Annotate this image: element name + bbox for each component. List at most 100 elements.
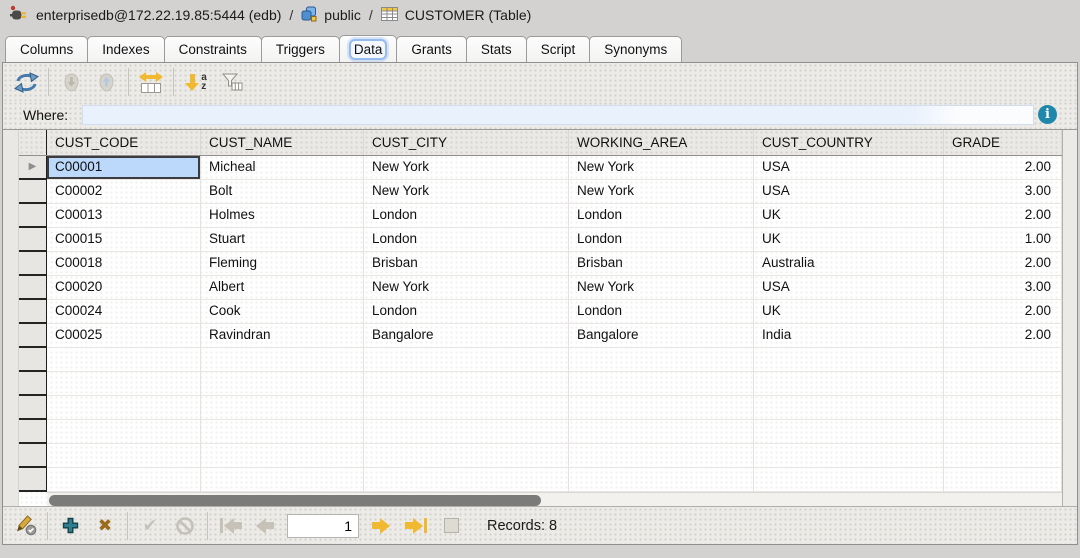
column-header-CUST_CITY[interactable]: CUST_CITY xyxy=(364,130,569,155)
cell-GRADE[interactable]: 2.00 xyxy=(944,324,1062,348)
cell-CUST_COUNTRY[interactable]: India xyxy=(754,324,944,348)
cell-WORKING_AREA[interactable]: London xyxy=(569,300,754,324)
row-header[interactable] xyxy=(19,372,47,396)
cell-WORKING_AREA[interactable]: New York xyxy=(569,156,754,180)
refresh-icon[interactable] xyxy=(13,68,39,96)
info-icon[interactable]: i xyxy=(1038,105,1057,124)
cell-CUST_CITY[interactable]: New York xyxy=(364,276,569,300)
tab-stats[interactable]: Stats xyxy=(466,36,527,62)
row-header[interactable] xyxy=(19,420,47,444)
cell-GRADE[interactable]: 1.00 xyxy=(944,228,1062,252)
tab-grants[interactable]: Grants xyxy=(396,36,467,62)
empty-cell[interactable] xyxy=(364,396,569,420)
empty-cell[interactable] xyxy=(754,348,944,372)
cell-CUST_NAME[interactable]: Cook xyxy=(201,300,364,324)
grid-corner-cell[interactable] xyxy=(19,130,47,155)
rollback-icon[interactable] xyxy=(172,512,198,540)
cell-CUST_CITY[interactable]: Brisban xyxy=(364,252,569,276)
empty-cell[interactable] xyxy=(569,396,754,420)
empty-cell[interactable] xyxy=(201,372,364,396)
cell-GRADE[interactable]: 2.00 xyxy=(944,300,1062,324)
selected-cell[interactable]: C00001 xyxy=(47,156,201,180)
cell-CUST_CITY[interactable]: New York xyxy=(364,180,569,204)
empty-cell[interactable] xyxy=(944,348,1062,372)
cell-CUST_CITY[interactable]: London xyxy=(364,228,569,252)
empty-cell[interactable] xyxy=(754,372,944,396)
cell-GRADE[interactable]: 2.00 xyxy=(944,156,1062,180)
empty-cell[interactable] xyxy=(569,348,754,372)
empty-cell[interactable] xyxy=(364,420,569,444)
cell-CUST_CODE[interactable]: C00013 xyxy=(47,204,201,228)
cell-CUST_CITY[interactable]: London xyxy=(364,204,569,228)
next-record-icon[interactable] xyxy=(368,512,394,540)
tab-data[interactable]: Data xyxy=(339,35,398,62)
row-header[interactable] xyxy=(19,324,47,348)
column-header-GRADE[interactable]: GRADE xyxy=(944,130,1062,155)
cell-WORKING_AREA[interactable]: New York xyxy=(569,276,754,300)
empty-cell[interactable] xyxy=(47,420,201,444)
row-header[interactable] xyxy=(19,204,47,228)
cell-CUST_COUNTRY[interactable]: Australia xyxy=(754,252,944,276)
row-header[interactable] xyxy=(19,252,47,276)
cell-CUST_NAME[interactable]: Ravindran xyxy=(201,324,364,348)
empty-cell[interactable] xyxy=(47,396,201,420)
cell-CUST_NAME[interactable]: Bolt xyxy=(201,180,364,204)
cell-CUST_COUNTRY[interactable]: USA xyxy=(754,156,944,180)
empty-cell[interactable] xyxy=(754,396,944,420)
tab-triggers[interactable]: Triggers xyxy=(261,36,340,62)
where-input[interactable] xyxy=(82,105,1034,125)
cell-GRADE[interactable]: 3.00 xyxy=(944,180,1062,204)
cell-CUST_NAME[interactable]: Albert xyxy=(201,276,364,300)
tab-constraints[interactable]: Constraints xyxy=(164,36,262,62)
row-header[interactable] xyxy=(19,300,47,324)
cell-CUST_NAME[interactable]: Micheal xyxy=(201,156,364,180)
row-header[interactable] xyxy=(19,468,47,492)
row-header[interactable] xyxy=(19,444,47,468)
empty-cell[interactable] xyxy=(201,348,364,372)
commit-icon[interactable]: ✔ xyxy=(137,512,163,540)
column-header-CUST_CODE[interactable]: CUST_CODE xyxy=(47,130,201,155)
cell-CUST_CODE[interactable]: C00020 xyxy=(47,276,201,300)
edit-mode-icon[interactable] xyxy=(12,512,38,540)
empty-cell[interactable] xyxy=(47,444,201,468)
cell-GRADE[interactable]: 3.00 xyxy=(944,276,1062,300)
tab-indexes[interactable]: Indexes xyxy=(87,36,164,62)
empty-cell[interactable] xyxy=(754,444,944,468)
tab-synonyms[interactable]: Synonyms xyxy=(589,36,682,62)
column-header-CUST_NAME[interactable]: CUST_NAME xyxy=(201,130,364,155)
empty-cell[interactable] xyxy=(47,348,201,372)
cell-CUST_NAME[interactable]: Fleming xyxy=(201,252,364,276)
last-record-icon[interactable] xyxy=(403,512,429,540)
cell-CUST_COUNTRY[interactable]: USA xyxy=(754,276,944,300)
cell-CUST_CODE[interactable]: C00018 xyxy=(47,252,201,276)
cell-GRADE[interactable]: 2.00 xyxy=(944,204,1062,228)
cell-WORKING_AREA[interactable]: London xyxy=(569,204,754,228)
cell-CUST_CODE[interactable]: C00015 xyxy=(47,228,201,252)
cell-CUST_CITY[interactable]: London xyxy=(364,300,569,324)
tab-columns[interactable]: Columns xyxy=(5,36,88,62)
empty-cell[interactable] xyxy=(569,372,754,396)
insert-row-icon[interactable] xyxy=(57,512,83,540)
row-header[interactable] xyxy=(19,348,47,372)
empty-cell[interactable] xyxy=(944,468,1062,492)
row-header[interactable] xyxy=(19,180,47,204)
fit-column-width-icon[interactable] xyxy=(138,68,164,96)
cell-WORKING_AREA[interactable]: Bangalore xyxy=(569,324,754,348)
empty-cell[interactable] xyxy=(201,444,364,468)
cell-WORKING_AREA[interactable]: London xyxy=(569,228,754,252)
cell-CUST_CODE[interactable]: C00025 xyxy=(47,324,201,348)
empty-cell[interactable] xyxy=(364,444,569,468)
cell-CUST_CITY[interactable]: Bangalore xyxy=(364,324,569,348)
sort-icon[interactable]: az xyxy=(183,68,209,96)
empty-cell[interactable] xyxy=(944,396,1062,420)
empty-cell[interactable] xyxy=(569,420,754,444)
export-data-icon[interactable] xyxy=(93,68,119,96)
empty-cell[interactable] xyxy=(364,372,569,396)
column-header-CUST_COUNTRY[interactable]: CUST_COUNTRY xyxy=(754,130,944,155)
delete-row-icon[interactable]: ✖ xyxy=(92,512,118,540)
tab-script[interactable]: Script xyxy=(526,36,591,62)
record-number-input[interactable] xyxy=(287,514,359,538)
first-record-icon[interactable] xyxy=(217,512,243,540)
row-header[interactable] xyxy=(19,228,47,252)
empty-cell[interactable] xyxy=(364,468,569,492)
